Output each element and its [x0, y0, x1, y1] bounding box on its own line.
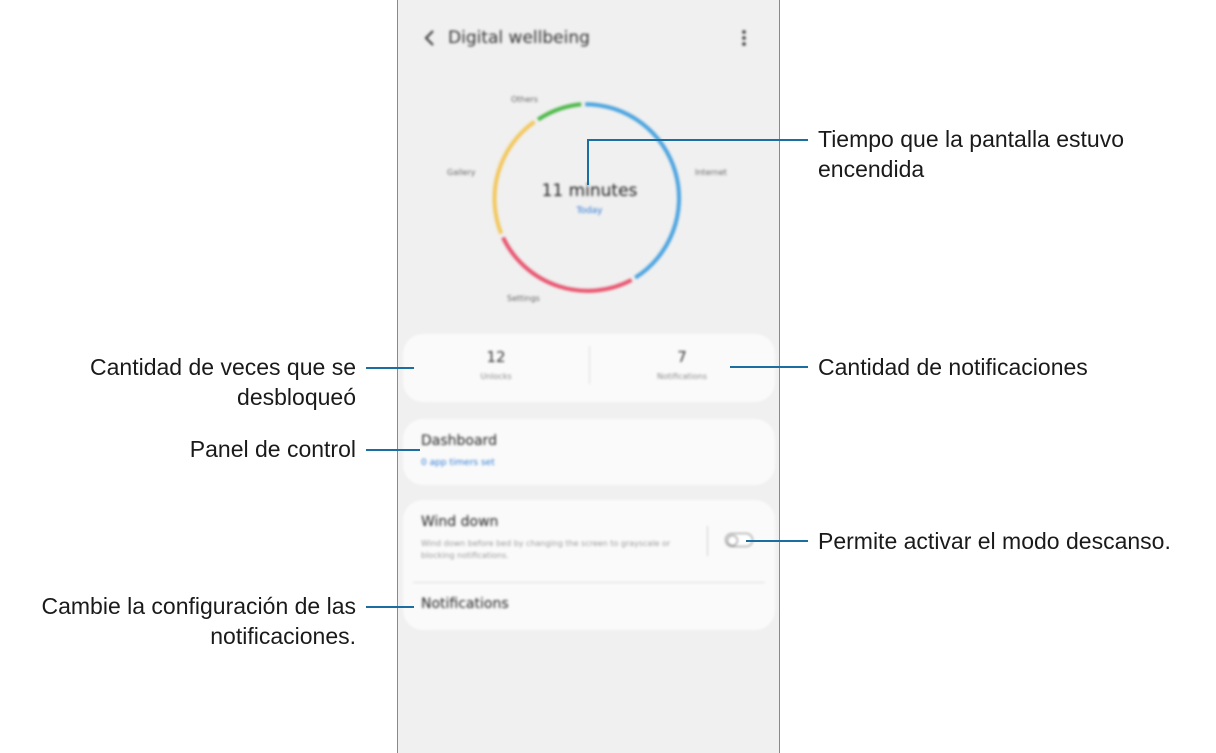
callout-screen-time-line2: encendida [818, 156, 925, 182]
notifications-label: Notifications [656, 372, 708, 381]
dashboard-title: Dashboard [421, 433, 497, 449]
today-link[interactable]: Today [398, 206, 779, 216]
callout-unlocks-line2: desbloqueó [237, 384, 356, 410]
unlocks-stat[interactable]: 12 Unlocks [403, 348, 589, 381]
wind-down-description: Wind down before bed by changing the scr… [421, 539, 671, 560]
dashboard-subtitle: 0 app timers set [421, 458, 495, 468]
ring-segment-gallery [492, 120, 536, 235]
callout-notification-settings: Cambie la configuración de las notificac… [0, 591, 356, 651]
callout-notification-settings-line1: Cambie la configuración de las [41, 593, 356, 619]
stats-card: 12 Unlocks 7 Notifications [403, 334, 775, 402]
phone-screen: Digital wellbeing Others Gallery Interne… [397, 0, 780, 753]
usage-ring-chart [492, 102, 682, 293]
wind-down-toggle[interactable] [725, 533, 753, 547]
back-icon[interactable] [420, 26, 440, 50]
page-title: Digital wellbeing [448, 28, 590, 48]
ring-segment-settings [501, 236, 633, 293]
callout-unlocks-line1: Cantidad de veces que se [90, 354, 356, 380]
callout-screen-time: Tiempo que la pantalla estuvo encendida [818, 124, 1124, 184]
unlocks-label: Unlocks [480, 372, 512, 381]
unlocks-count: 12 [486, 348, 506, 366]
ring-label-settings: Settings [507, 294, 540, 303]
ring-segment-others [536, 102, 582, 122]
notifications-stat[interactable]: 7 Notifications [589, 348, 775, 381]
callout-unlocks: Cantidad de veces que se desbloqueó [0, 352, 356, 412]
more-options-icon[interactable] [734, 26, 754, 50]
settings-divider [413, 582, 765, 583]
callout-wind-down: Permite activar el modo descanso. [818, 528, 1171, 554]
toggle-knob [727, 535, 738, 546]
ring-label-internet: Internet [695, 168, 727, 177]
callout-screen-time-line1: Tiempo que la pantalla estuvo [818, 126, 1125, 152]
total-screen-time: 11 minutes [541, 181, 638, 201]
toggle-separator [707, 526, 708, 556]
notifications-count: 7 [677, 348, 687, 366]
settings-card: Wind down Wind down before bed by changi… [403, 500, 775, 630]
ring-label-others: Others [511, 95, 538, 104]
wind-down-title[interactable]: Wind down [421, 514, 498, 530]
callout-notification-settings-line2: notificaciones. [210, 623, 356, 649]
callout-notification-count: Cantidad de notificaciones [818, 354, 1088, 380]
callout-dashboard: Panel de control [189, 436, 356, 462]
ring-label-gallery: Gallery [447, 168, 476, 177]
dashboard-card[interactable]: Dashboard 0 app timers set [403, 419, 775, 485]
notifications-settings-item[interactable]: Notifications [421, 596, 509, 612]
